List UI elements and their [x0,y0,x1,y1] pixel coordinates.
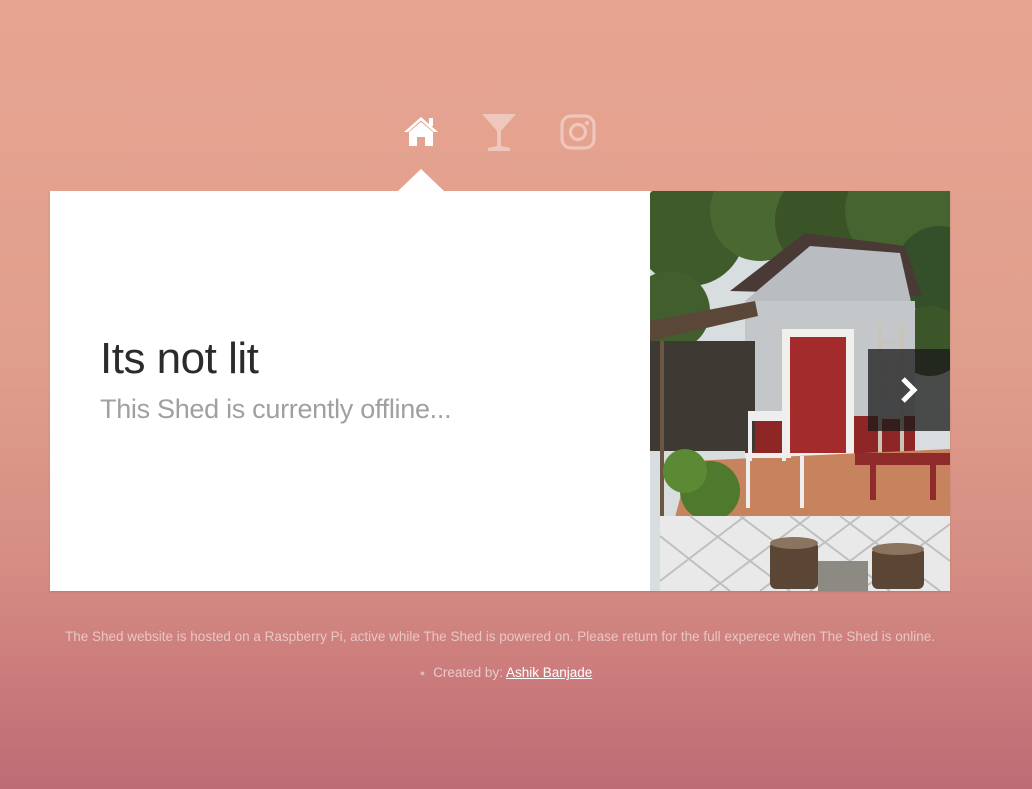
footer-note: The Shed website is hosted on a Raspberr… [64,629,935,644]
next-slide-button[interactable] [868,349,950,431]
author-link[interactable]: Ashik Banjade [506,665,592,680]
home-icon [404,117,438,146]
instagram-icon [560,114,596,150]
chevron-right-icon [901,377,918,403]
nav-instagram-button[interactable] [554,108,602,156]
bullet-icon: ● [419,668,426,679]
nav-bar-button[interactable] [475,108,523,156]
cocktail-icon [482,114,516,151]
top-nav [0,108,1032,158]
page-subtitle: This Shed is currently offline... [100,394,452,424]
content-card: Its not lit This Shed is currently offli… [50,191,950,591]
page-title: Its not lit [100,334,259,383]
active-tab-pointer [398,169,444,191]
nav-home-button[interactable] [397,108,445,156]
credit-prefix: Created by: [433,665,503,680]
footer-credit: ● Created by: Ashik Banjade [0,665,1012,680]
card-text: Its not lit This Shed is currently offli… [100,331,640,429]
